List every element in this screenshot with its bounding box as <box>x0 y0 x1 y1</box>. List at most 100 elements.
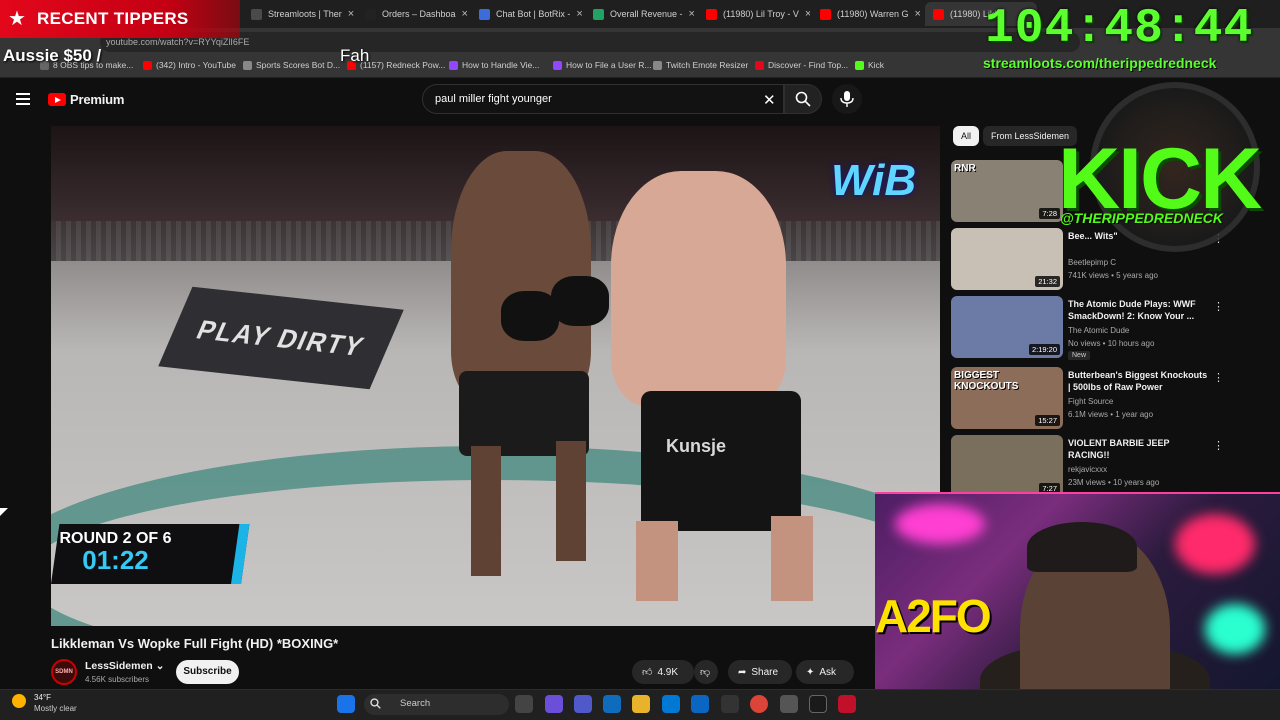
browser-tab[interactable]: Streamloots | Ther × <box>243 2 355 26</box>
close-tab-icon[interactable]: × <box>348 8 354 20</box>
mouse-cursor-icon <box>0 508 8 516</box>
store-icon[interactable] <box>662 695 680 713</box>
taskbar-search[interactable]: Search <box>364 694 509 715</box>
more-options-icon[interactable]: ⋮ <box>1213 300 1224 313</box>
outlook-icon[interactable] <box>691 695 709 713</box>
bookmark-favicon-icon <box>243 60 252 70</box>
bookmark-favicon-icon <box>755 60 764 70</box>
tab-favicon-icon <box>479 8 490 20</box>
recommended-meta: 741K views • 5 years ago <box>1068 271 1158 280</box>
close-tab-icon[interactable]: × <box>462 8 468 20</box>
bookmark-item[interactable]: Twitch Emote Resizer <box>653 60 748 70</box>
bookmark-item[interactable]: How to File a User R... <box>553 60 652 70</box>
neon-light <box>1205 604 1265 654</box>
video-thumbnail[interactable]: 7:27 <box>951 435 1063 497</box>
windows-start-icon[interactable] <box>337 695 355 713</box>
youtube-premium-logo[interactable]: Premium <box>48 92 124 107</box>
recommended-channel[interactable]: The Atomic Dude <box>1068 326 1129 335</box>
chevron-down-icon: ⌄ <box>155 660 165 672</box>
close-tab-icon[interactable]: × <box>915 8 921 20</box>
hamburger-menu-icon[interactable] <box>16 93 30 105</box>
neon-sign: A2FO <box>875 590 992 642</box>
terminal-icon[interactable] <box>809 695 827 713</box>
app-icon[interactable] <box>780 695 798 713</box>
tab-favicon-icon <box>933 8 944 20</box>
share-button[interactable]: ➦ Share <box>728 660 792 684</box>
edge-icon[interactable] <box>603 695 621 713</box>
browser-tab[interactable]: (11980) Lil Troy - V × <box>698 2 810 26</box>
channel-name[interactable]: LessSidemen ⌄ <box>85 660 164 672</box>
more-options-icon[interactable]: ⋮ <box>1213 439 1224 452</box>
like-button[interactable]: 👍︎ 4.9K <box>632 660 694 684</box>
dislike-button[interactable]: 👎︎ <box>694 660 718 684</box>
recommended-video[interactable]: 7:27 VIOLENT BARBIE JEEP RACING!! rekjavic… <box>951 435 1241 497</box>
url-field[interactable]: youtube.com/watch?v=RYYqiZlI6FE <box>100 32 1080 52</box>
chrome-icon[interactable] <box>750 695 768 713</box>
bookmark-label: Twitch Emote Resizer <box>666 60 749 70</box>
ask-button[interactable]: ✦ Ask <box>796 660 854 684</box>
fighter-left-leg <box>471 446 501 576</box>
video-thumbnail[interactable]: RNR 7:28 <box>951 160 1063 222</box>
video-thumbnail[interactable]: 21:32 <box>951 228 1063 290</box>
bookmark-label: (342) Intro - YouTube <box>156 60 237 70</box>
search-button[interactable] <box>784 84 822 114</box>
recommended-channel[interactable]: Beetlepimp C <box>1068 258 1116 267</box>
file-explorer-icon[interactable] <box>632 695 650 713</box>
recommended-channel[interactable]: Fight Source <box>1068 397 1113 406</box>
fighter-right-leg <box>771 516 813 601</box>
bookmark-favicon-icon <box>855 60 864 70</box>
recommended-title: Butterbean's Biggest Knockouts | 500lbs … <box>1068 370 1208 392</box>
browser-tab[interactable]: Orders – Dashboa × <box>357 2 469 26</box>
video-title: Likkleman Vs Wopke Full Fight (HD) *BOXI… <box>51 636 339 651</box>
video-mat-logo: PLAY DIRTY <box>158 286 404 390</box>
bookmark-item[interactable]: Sports Scores Bot D... <box>243 60 340 70</box>
recommended-meta: No views • 10 hours ago <box>1068 339 1155 348</box>
browser-tab[interactable]: Chat Bot | BotRix - × <box>471 2 583 26</box>
search-input[interactable]: paul miller fight younger <box>422 84 784 114</box>
video-thumbnail[interactable]: 2:19:20 <box>951 296 1063 358</box>
sparkle-icon: ✦ <box>806 666 815 678</box>
bookmark-label: How to Handle Vie... <box>462 60 540 70</box>
copilot-icon[interactable] <box>545 695 563 713</box>
tab-label: (11980) Warren G <box>837 9 909 19</box>
clear-search-icon[interactable]: ✕ <box>763 91 776 109</box>
bookmark-item[interactable]: (342) Intro - YouTube <box>143 60 236 70</box>
thumbs-up-icon: 👍︎ <box>642 667 653 678</box>
recommended-video[interactable]: 2:19:20 The Atomic Dude Plays: WWF SmackD… <box>951 296 1241 360</box>
obs-icon[interactable] <box>721 695 739 713</box>
task-view-icon[interactable] <box>515 695 533 713</box>
video-player[interactable]: PLAY DIRTY WiB Kunsje <box>51 126 940 626</box>
close-tab-icon[interactable]: × <box>805 8 810 20</box>
youtube-play-icon <box>48 93 66 106</box>
voice-search-button[interactable] <box>832 84 862 114</box>
taskbar-search-label: Search <box>400 698 431 709</box>
share-label: Share <box>751 666 779 678</box>
bookmark-item[interactable]: Discover - Find Top... <box>755 60 848 70</box>
bookmark-item[interactable]: How to Handle Vie... <box>449 60 539 70</box>
bookmark-item[interactable]: Kick <box>855 60 884 70</box>
app-icon-red[interactable] <box>838 695 856 713</box>
close-tab-icon[interactable]: × <box>576 8 582 20</box>
recommended-channel[interactable]: rekjavicxxx <box>1068 465 1107 474</box>
chip-all[interactable]: All <box>953 126 980 146</box>
star-icon: ★ <box>8 8 26 30</box>
more-options-icon[interactable]: ⋮ <box>1213 371 1224 384</box>
fighter-right <box>611 171 786 406</box>
recommended-meta: 6.1M views • 1 year ago <box>1068 410 1154 419</box>
new-badge: New <box>1068 351 1091 360</box>
bookmark-label: Discover - Find Top... <box>768 60 849 70</box>
channel-avatar[interactable]: SDMN <box>51 659 77 685</box>
video-thumbnail[interactable]: BIGGEST KNOCKOUTS 15:27 <box>951 367 1063 429</box>
recommended-video[interactable]: BIGGEST KNOCKOUTS 15:27 Butterbean's Bigge… <box>951 367 1241 429</box>
video-duration: 2:19:20 <box>1028 344 1060 355</box>
search-icon <box>795 91 811 107</box>
close-tab-icon[interactable]: × <box>689 8 695 20</box>
video-duration: 21:32 <box>1035 276 1060 287</box>
subscribe-button[interactable]: Subscribe <box>176 660 239 684</box>
teams-icon[interactable] <box>574 695 592 713</box>
tab-label: Orders – Dashboa <box>382 9 456 19</box>
browser-tab[interactable]: (11980) Warren G × <box>812 2 924 26</box>
browser-tab[interactable]: Overall Revenue - × <box>585 2 697 26</box>
tab-favicon-icon <box>706 8 717 20</box>
subscriber-count: 4.56K subscribers <box>85 675 150 684</box>
